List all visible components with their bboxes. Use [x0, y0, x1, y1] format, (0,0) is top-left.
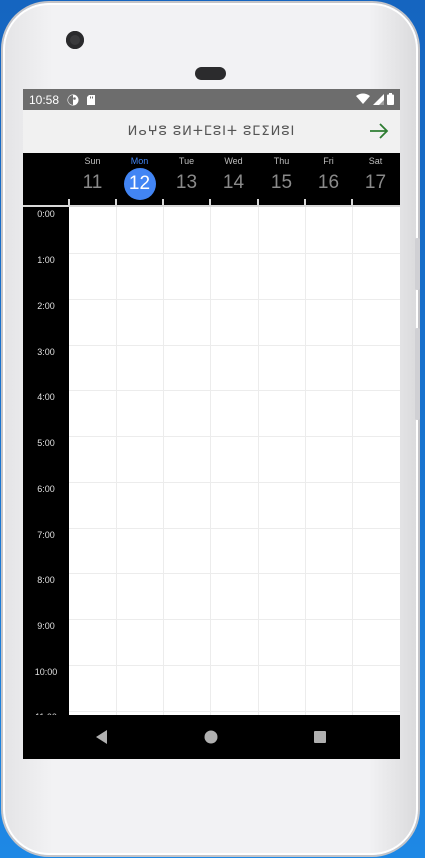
signal-icon	[373, 93, 384, 105]
theme-icon	[67, 94, 79, 105]
day-number: 13	[175, 172, 198, 193]
battery-icon	[387, 93, 394, 105]
grid-cells[interactable]	[69, 207, 400, 717]
screen: 10:58 ⵍⴰⵖⵓ ⵓⵍⵜⵎⵓⵏⵜ ⵓⵎⵉⵍⵓⵏ Sun 11 Mon 12 …	[23, 89, 400, 759]
status-bar: 10:58	[23, 89, 400, 110]
back-icon[interactable]	[93, 728, 111, 746]
hour-label: 10:00	[34, 667, 58, 677]
grid-column-line	[116, 207, 117, 717]
day-number: 14	[222, 172, 245, 193]
grid-column-line	[305, 207, 306, 717]
day-header[interactable]: Thu 15	[258, 153, 305, 205]
grid-column-line	[210, 207, 211, 717]
day-name: Mon	[130, 156, 149, 166]
hour-label: 0:00	[37, 209, 55, 219]
day-name: Thu	[273, 156, 290, 166]
day-header[interactable]: Wed 14	[210, 153, 257, 205]
grid-row-line	[69, 482, 400, 483]
hour-label: 7:00	[37, 530, 55, 540]
hour-label: 6:00	[37, 484, 55, 494]
earpiece-speaker	[195, 67, 226, 80]
day-name: Sun	[84, 156, 101, 166]
recents-icon[interactable]	[311, 728, 329, 746]
wifi-icon	[356, 93, 370, 104]
time-column: 0:00 1:00 2:00 3:00 4:00 5:00 6:00 7:00 …	[23, 207, 69, 722]
hour-label: 2:00	[37, 301, 55, 311]
day-name: Fri	[323, 156, 334, 166]
grid-row-line	[69, 390, 400, 391]
grid-row-line	[69, 299, 400, 300]
day-name: Sat	[368, 156, 383, 166]
status-time: 10:58	[29, 92, 60, 107]
day-number: 16	[317, 172, 340, 193]
day-number: 15	[270, 172, 293, 193]
hour-label: 1:00	[37, 255, 55, 265]
day-name: Wed	[224, 156, 243, 166]
grid-row-line	[69, 345, 400, 346]
sdcard-icon	[87, 94, 96, 105]
hour-label: 5:00	[37, 438, 55, 448]
app-bar: ⵍⴰⵖⵓ ⵓⵍⵜⵎⵓⵏⵜ ⵓⵎⵉⵍⵓⵏ	[23, 110, 400, 153]
hour-label: 4:00	[37, 392, 55, 402]
navigation-bar	[23, 715, 400, 759]
day-header[interactable]: Fri 16	[305, 153, 352, 205]
day-number: 11	[82, 172, 103, 193]
front-camera	[66, 31, 84, 49]
grid-column-line	[352, 207, 353, 717]
grid-row-line	[69, 711, 400, 712]
home-icon[interactable]	[202, 728, 220, 746]
day-number: 17	[364, 172, 387, 193]
grid-row-line	[69, 528, 400, 529]
day-name: Tue	[178, 156, 195, 166]
arrow-right-icon[interactable]	[368, 120, 390, 142]
day-number-today: 12	[123, 168, 156, 200]
grid-row-line	[69, 619, 400, 620]
hour-label: 3:00	[37, 347, 55, 357]
day-header[interactable]: Tue 13	[163, 153, 210, 205]
day-header-today[interactable]: Mon 12	[116, 153, 163, 205]
grid-row-line	[69, 665, 400, 666]
hour-label: 9:00	[37, 621, 55, 631]
grid-row-line	[69, 436, 400, 437]
phone-frame: 10:58 ⵍⴰⵖⵓ ⵓⵍⵜⵎⵓⵏⵜ ⵓⵎⵉⵍⵓⵏ Sun 11 Mon 12 …	[3, 3, 420, 855]
volume-button	[415, 238, 420, 290]
grid-row-line	[69, 573, 400, 574]
day-header[interactable]: Sun 11	[69, 153, 116, 205]
grid-row-line	[69, 253, 400, 254]
week-header: Sun 11 Mon 12 Tue 13 Wed 14 Thu 15 Fri 1…	[23, 153, 400, 205]
week-grid[interactable]: 0:00 1:00 2:00 3:00 4:00 5:00 6:00 7:00 …	[23, 205, 400, 722]
day-header[interactable]: Sat 17	[352, 153, 399, 205]
grid-column-line	[163, 207, 164, 717]
page-title: ⵍⴰⵖⵓ ⵓⵍⵜⵎⵓⵏⵜ ⵓⵎⵉⵍⵓⵏ	[127, 124, 296, 139]
power-button	[415, 328, 420, 420]
hour-label: 8:00	[37, 575, 55, 585]
grid-column-line	[258, 207, 259, 717]
